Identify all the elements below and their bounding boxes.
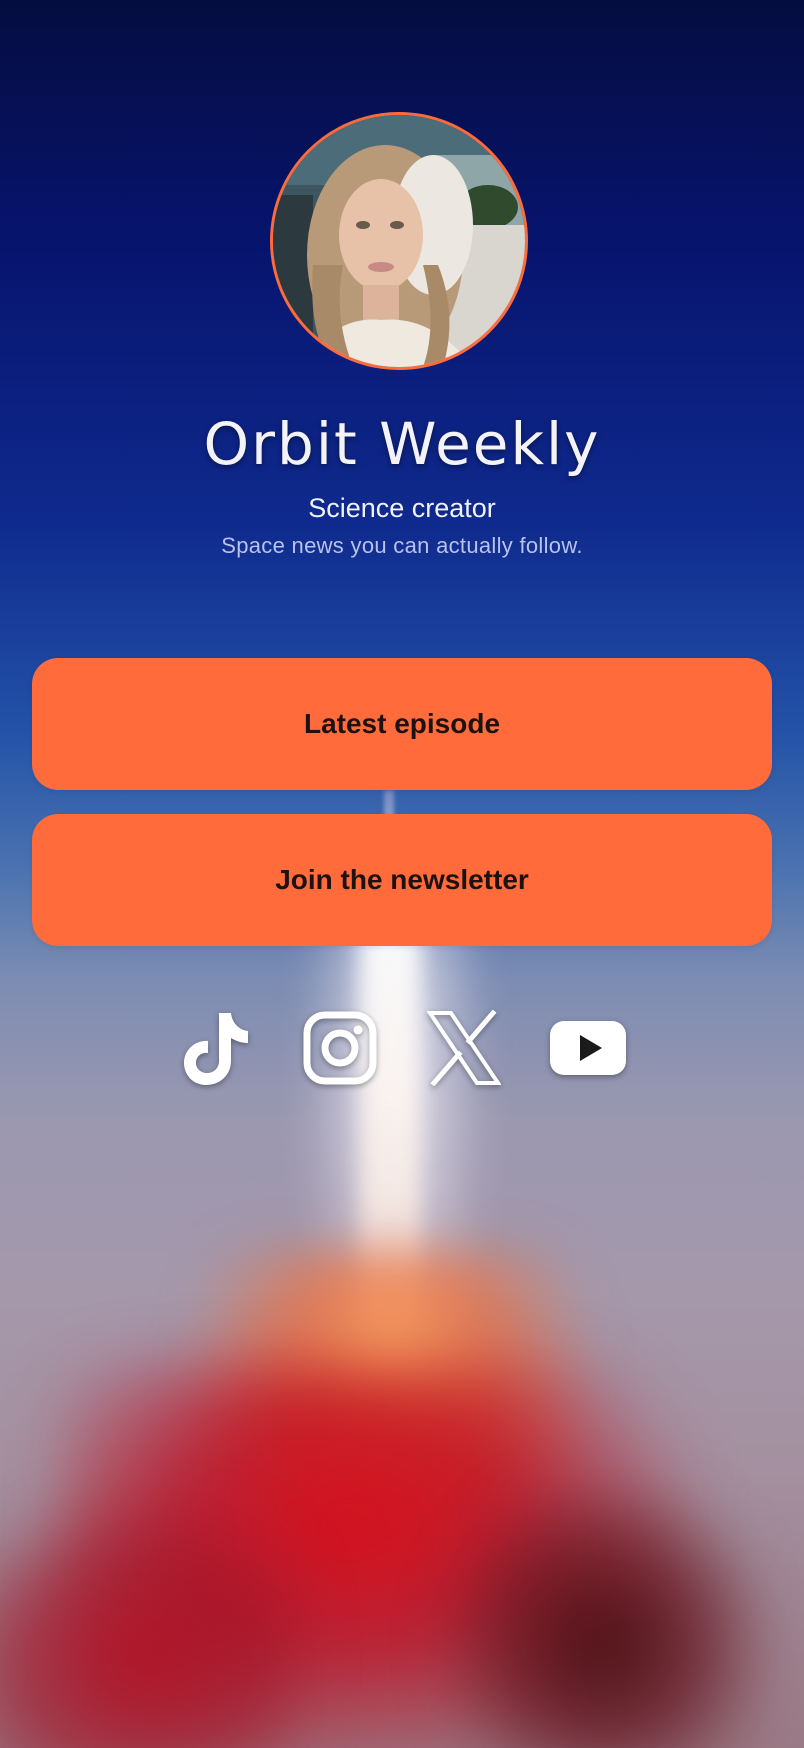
tiktok-icon — [184, 1013, 248, 1085]
background-flame-orange — [180, 1250, 600, 1610]
profile-page: Orbit Weekly Science creator Space news … — [0, 0, 804, 1748]
profile-photo — [273, 115, 525, 367]
x-icon — [427, 1010, 501, 1086]
profile-category: Science creator — [308, 493, 496, 523]
instagram-link[interactable] — [300, 1006, 380, 1090]
profile-bio: Space news you can actually follow. — [221, 533, 583, 558]
profile-title: Orbit Weekly — [203, 410, 601, 478]
youtube-icon — [550, 1021, 626, 1075]
join-newsletter-button[interactable]: Join the newsletter — [32, 814, 772, 946]
background-flame-dark — [440, 1480, 770, 1748]
avatar — [270, 112, 528, 370]
latest-episode-button[interactable]: Latest episode — [32, 658, 772, 790]
youtube-link[interactable] — [548, 1006, 628, 1090]
social-links — [0, 1006, 804, 1090]
background-flame-red — [60, 1360, 700, 1748]
background-plume-glow — [300, 900, 490, 1460]
background-flame-left — [0, 1500, 300, 1748]
instagram-icon — [303, 1011, 377, 1085]
x-link[interactable] — [424, 1006, 504, 1090]
tiktok-link[interactable] — [176, 1006, 256, 1090]
background-plume-core — [360, 930, 420, 1390]
